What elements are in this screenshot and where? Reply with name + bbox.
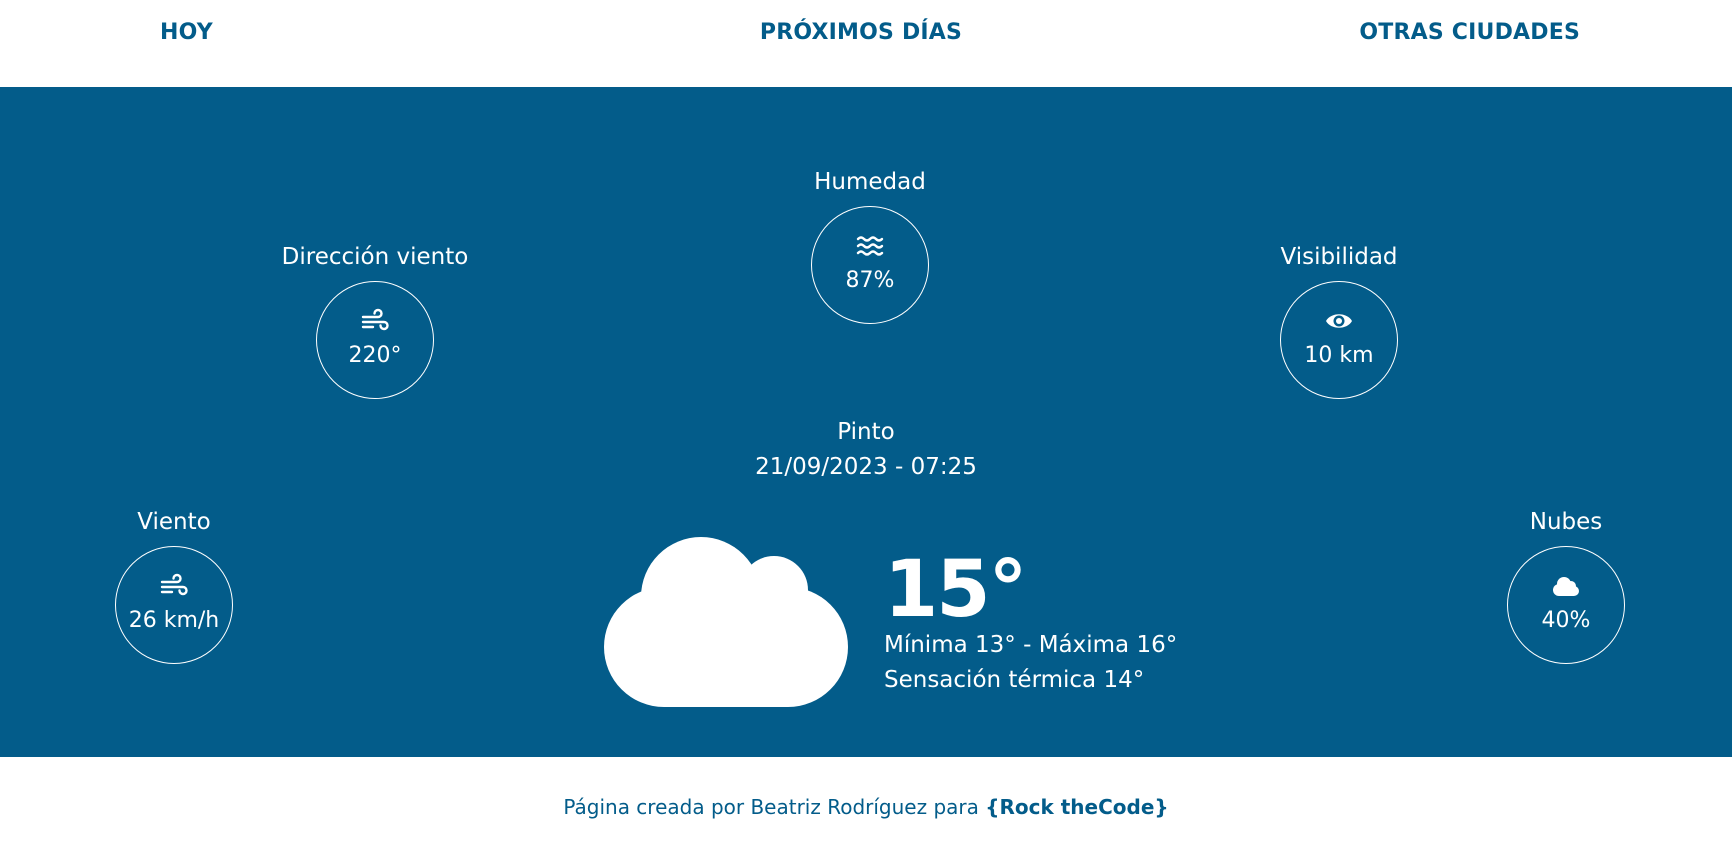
metric-wind-direction: Dirección viento 220°: [255, 242, 495, 399]
top-nav: HOY PRÓXIMOS DÍAS OTRAS CIUDADES: [0, 0, 1732, 87]
footer-credit: Página creada por Beatriz Rodríguez para: [563, 795, 986, 819]
nav-link-next-days[interactable]: PRÓXIMOS DÍAS: [760, 20, 962, 45]
metric-value: 26 km/h: [128, 608, 220, 633]
metric-visibility: Visibilidad 10 km: [1219, 242, 1459, 399]
feels-like-temperature: Sensación térmica 14°: [884, 667, 1145, 693]
footer-brand-link[interactable]: {Rock theCode}: [985, 795, 1168, 819]
metric-label: Viento: [137, 509, 211, 535]
metric-value: 87%: [845, 268, 895, 293]
footer: Página creada por Beatriz Rodríguez para…: [0, 757, 1732, 862]
wind-icon: [361, 308, 389, 331]
metric-circle: 87%: [811, 206, 929, 324]
metric-circle: 26 km/h: [115, 546, 233, 664]
metric-humidity: Humedad 87%: [750, 167, 990, 324]
min-max-temperature: Mínima 13° - Máxima 16°: [884, 632, 1178, 658]
metric-circle: 10 km: [1280, 281, 1398, 399]
cloud-icon: [1553, 577, 1579, 596]
water-waves-icon: [856, 236, 884, 256]
metric-label: Dirección viento: [281, 244, 469, 270]
metric-circle: 220°: [316, 281, 434, 399]
current-datetime: 21/09/2023 - 07:25: [755, 454, 977, 480]
current-temperature: 15°: [884, 545, 1028, 635]
metric-clouds: Nubes 40%: [1446, 507, 1686, 664]
metric-label: Visibilidad: [1280, 244, 1398, 270]
cloud-icon: [604, 537, 848, 707]
metric-value: 10 km: [1304, 343, 1374, 368]
nav-link-today[interactable]: HOY: [160, 20, 213, 45]
eye-icon: [1326, 314, 1352, 328]
metric-value: 40%: [1541, 608, 1591, 633]
metric-label: Humedad: [814, 169, 926, 195]
weather-panel: Dirección viento 220° Humedad 87% Visibi…: [0, 87, 1732, 757]
metric-label: Nubes: [1529, 509, 1603, 535]
weather-page: HOY PRÓXIMOS DÍAS OTRAS CIUDADES Direcci…: [0, 0, 1732, 862]
metric-value: 220°: [348, 343, 402, 368]
metric-wind-speed: Viento 26 km/h: [54, 507, 294, 664]
wind-icon: [160, 573, 188, 596]
metric-circle: 40%: [1507, 546, 1625, 664]
city-name: Pinto: [837, 419, 895, 445]
nav-link-other-cities[interactable]: OTRAS CIUDADES: [1359, 20, 1580, 45]
